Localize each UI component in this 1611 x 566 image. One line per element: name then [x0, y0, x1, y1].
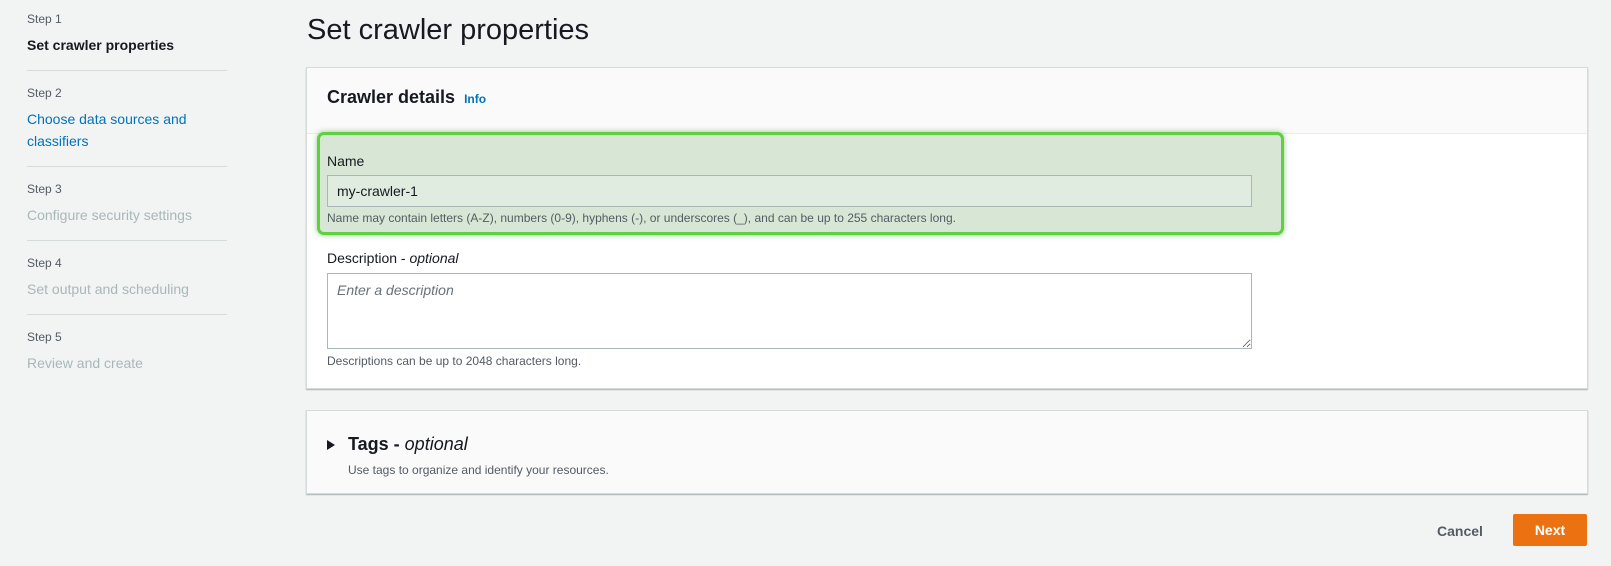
wizard-steps: Step 1 Set crawler properties Step 2 Cho…	[27, 12, 227, 403]
name-input[interactable]	[327, 175, 1252, 207]
name-label: Name	[327, 153, 365, 169]
step-number: Step 1	[27, 12, 62, 26]
tags-description: Use tags to organize and identify your r…	[348, 463, 609, 477]
next-button[interactable]: Next	[1513, 514, 1587, 546]
step-number: Step 3	[27, 182, 62, 196]
description-textarea[interactable]	[327, 273, 1252, 349]
step-number: Step 4	[27, 256, 62, 270]
step-title-output-scheduling: Set output and scheduling	[27, 281, 189, 297]
panel-header: Crawler details Info	[307, 68, 1587, 134]
step-number: Step 2	[27, 86, 62, 100]
tags-title: Tags - optional	[348, 434, 468, 455]
tags-panel: Tags - optional Use tags to organize and…	[306, 410, 1588, 494]
cancel-button[interactable]: Cancel	[1422, 516, 1498, 546]
caret-right-icon	[327, 439, 335, 450]
panel-title: Crawler details	[327, 87, 456, 107]
step-1: Step 1 Set crawler properties	[27, 12, 227, 71]
step-title-set-crawler-properties: Set crawler properties	[27, 37, 175, 53]
info-link[interactable]: Info	[464, 92, 486, 106]
description-label: Description - optional	[327, 249, 459, 267]
description-hint: Descriptions can be up to 2048 character…	[327, 354, 582, 368]
page-title: Set crawler properties	[307, 14, 590, 46]
step-2: Step 2 Choose data sources and classifie…	[27, 86, 227, 167]
tags-expand-toggle[interactable]: Tags - optional	[327, 434, 468, 455]
crawler-details-panel: Crawler details Info Name Name may conta…	[306, 67, 1588, 389]
step-title-configure-security: Configure security settings	[27, 207, 192, 223]
optional-tag: optional	[404, 434, 468, 454]
optional-tag: optional	[409, 250, 459, 266]
create-crawler-page: Step 1 Set crawler properties Step 2 Cho…	[0, 0, 1611, 566]
step-number: Step 5	[27, 330, 62, 344]
step-4: Step 4 Set output and scheduling	[27, 256, 227, 315]
tags-title-text: Tags -	[348, 434, 405, 454]
step-link-choose-data-sources[interactable]: Choose data sources and classifiers	[27, 108, 197, 152]
step-5: Step 5 Review and create	[27, 330, 227, 388]
step-title-review-create: Review and create	[27, 355, 143, 371]
name-constraint-hint: Name may contain letters (A-Z), numbers …	[327, 211, 956, 225]
step-3: Step 3 Configure security settings	[27, 182, 227, 241]
description-label-text: Description -	[327, 250, 410, 266]
